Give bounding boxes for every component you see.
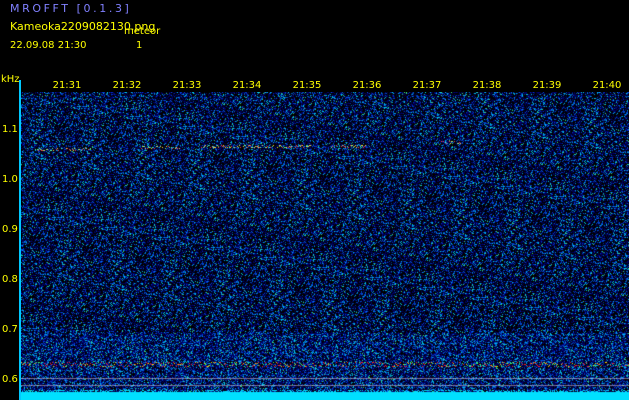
- y-tick-label: 1.0: [2, 174, 18, 185]
- x-tick-label: 21:40: [592, 80, 622, 91]
- x-tick-label: 21:38: [472, 80, 502, 91]
- app-title: MROFFT [0.1.3]: [10, 2, 132, 15]
- y-axis-unit: kHz: [1, 74, 20, 85]
- x-tick-label: 21:34: [232, 80, 262, 91]
- meteor-count: 1: [136, 40, 143, 51]
- x-tick-label: 21:31: [52, 80, 82, 91]
- x-tick-label: 21:36: [352, 80, 382, 91]
- x-tick-label: 21:39: [532, 80, 562, 91]
- y-tick-label: 0.6: [2, 374, 18, 385]
- x-tick-label: 21:33: [172, 80, 202, 91]
- y-tick-label: 0.7: [2, 324, 18, 335]
- meteor-label: meteor: [124, 26, 161, 37]
- y-tick-label: 0.9: [2, 224, 18, 235]
- y-tick-label: 0.8: [2, 274, 18, 285]
- y-tick-label: 1.1: [2, 124, 18, 135]
- spectrogram-image: [21, 92, 629, 400]
- x-tick-label: 21:35: [292, 80, 322, 91]
- timestamp: 22.09.08 21:30: [10, 40, 87, 51]
- x-tick-label: 21:37: [412, 80, 442, 91]
- x-tick-label: 21:32: [112, 80, 142, 91]
